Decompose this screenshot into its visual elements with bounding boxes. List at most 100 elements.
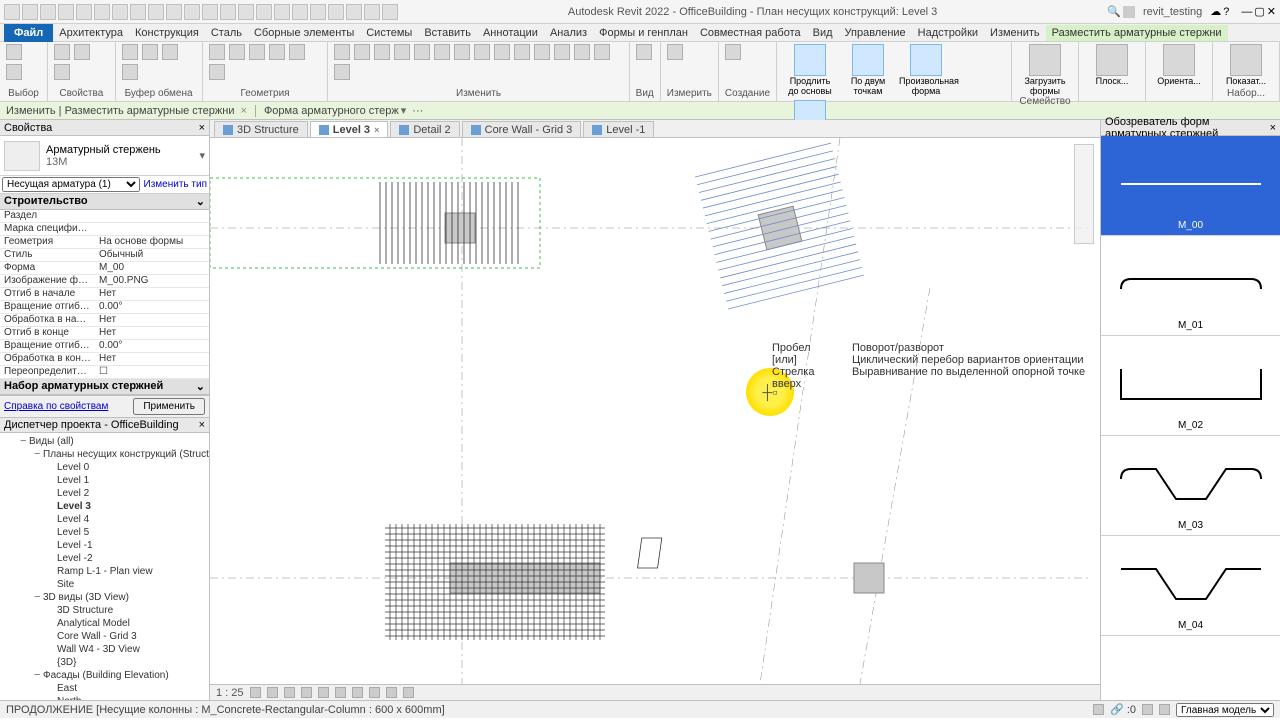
ribbon-button[interactable] [334, 64, 350, 80]
sync-icon[interactable] [1123, 6, 1135, 18]
rebar-shape-list[interactable]: M_00M_01M_02M_03M_04 [1101, 136, 1280, 700]
crop-icon[interactable] [318, 687, 329, 698]
select-links-icon[interactable] [1159, 704, 1170, 715]
filter-icon[interactable] [1142, 704, 1153, 715]
tree-node[interactable]: Level 0 [2, 461, 207, 474]
ribbon-tab[interactable]: Сборные элементы [248, 25, 360, 41]
qat-button[interactable] [346, 4, 362, 20]
qat-button[interactable] [292, 4, 308, 20]
property-row[interactable]: Отгиб в концеНет [0, 327, 209, 340]
ribbon-button[interactable] [554, 44, 570, 60]
ribbon-button[interactable] [334, 44, 350, 60]
close-icon[interactable]: × [199, 419, 205, 431]
notif-icon[interactable]: ☁ [1210, 5, 1221, 18]
ribbon-button[interactable] [54, 64, 70, 80]
tab-file[interactable]: Файл [4, 24, 53, 42]
window-controls[interactable]: 🔍 revit_testing ☁ ? — ▢ ✕ [1107, 5, 1276, 18]
view-tab[interactable]: 3D Structure [214, 121, 308, 137]
property-row[interactable]: Отгиб в началеНет [0, 288, 209, 301]
tree-node[interactable]: −3D виды (3D View) [2, 591, 207, 604]
tree-node[interactable]: Analytical Model [2, 617, 207, 630]
maximize-button[interactable]: ▢ [1254, 5, 1264, 18]
ribbon-tab[interactable]: Управление [839, 25, 912, 41]
property-row[interactable]: Переопределить длин...☐ [0, 366, 209, 379]
tree-node[interactable]: Level 5 [2, 526, 207, 539]
ribbon-tab[interactable]: Анализ [544, 25, 593, 41]
qat-button[interactable] [40, 4, 56, 20]
qat-button[interactable] [382, 4, 398, 20]
qat-button[interactable] [184, 4, 200, 20]
view-scale[interactable]: 1 : 25 [216, 687, 244, 699]
ribbon-button[interactable] [289, 44, 305, 60]
qat-button[interactable] [310, 4, 326, 20]
qat-button[interactable] [94, 4, 110, 20]
qat-button[interactable] [58, 4, 74, 20]
tree-node[interactable]: Level 3 [2, 500, 207, 513]
property-row[interactable]: Вращение отгиба в на...0.00° [0, 301, 209, 314]
ribbon-button[interactable] [142, 44, 158, 60]
qat-button[interactable] [166, 4, 182, 20]
tree-node[interactable]: Level 2 [2, 487, 207, 500]
view-tab[interactable]: Level 3× [310, 121, 389, 137]
ribbon-button[interactable] [434, 44, 450, 60]
rebar-shape-item[interactable]: M_03 [1101, 436, 1280, 536]
tree-node[interactable]: {3D} [2, 656, 207, 669]
tree-node[interactable]: Core Wall - Grid 3 [2, 630, 207, 643]
reveal-icon[interactable] [386, 687, 397, 698]
tree-node[interactable]: Level 4 [2, 513, 207, 526]
ribbon-tab[interactable]: Совместная работа [694, 25, 807, 41]
help-icon[interactable]: ? [1223, 6, 1229, 18]
close-icon[interactable]: × [199, 122, 205, 134]
ribbon-button[interactable] [725, 44, 741, 60]
qat-button[interactable] [4, 4, 20, 20]
property-row[interactable]: СтильОбычный [0, 249, 209, 262]
property-row[interactable]: Вращение отгиба на к...0.00° [0, 340, 209, 353]
ribbon-tab[interactable]: Вставить [418, 25, 477, 41]
edit-type-button[interactable]: Изменить тип [144, 179, 207, 190]
detail-level-icon[interactable] [250, 687, 261, 698]
ribbon-button[interactable] [394, 44, 410, 60]
ribbon-button[interactable] [229, 44, 245, 60]
ribbon-button[interactable] [454, 44, 470, 60]
qat-button[interactable] [364, 4, 380, 20]
ribbon-button[interactable] [474, 44, 490, 60]
ribbon-button[interactable] [534, 44, 550, 60]
tree-node[interactable]: Level 1 [2, 474, 207, 487]
tree-node[interactable]: Level -2 [2, 552, 207, 565]
ribbon-tab[interactable]: Вид [807, 25, 839, 41]
ribbon-tab[interactable]: Архитектура [53, 25, 129, 41]
tree-node[interactable]: North [2, 695, 207, 700]
ribbon-button[interactable] [414, 44, 430, 60]
ribbon-tab[interactable]: Формы и генплан [593, 25, 694, 41]
close-button[interactable]: ✕ [1267, 5, 1276, 18]
qat-button[interactable] [328, 4, 344, 20]
ribbon-big-button[interactable] [1029, 44, 1061, 76]
property-grid[interactable]: Строительство⌄РазделМарка спецификацииГе… [0, 194, 209, 395]
ribbon-button[interactable] [354, 44, 370, 60]
context-dropdown[interactable]: Форма арматурного стерж [264, 105, 399, 117]
tree-node[interactable]: Wall W4 - 3D View [2, 643, 207, 656]
ribbon-tab[interactable]: Системы [360, 25, 418, 41]
ribbon-tab[interactable]: Разместить арматурные стержни [1046, 25, 1228, 41]
property-row[interactable]: Изображение формыM_00.PNG [0, 275, 209, 288]
ribbon-tab[interactable]: Аннотации [477, 25, 544, 41]
tree-node[interactable]: −Планы несущих конструкций (Structural P… [2, 448, 207, 461]
ribbon-big-button[interactable] [1230, 44, 1262, 76]
view-tab[interactable]: Detail 2 [390, 121, 459, 137]
tree-node[interactable]: −Виды (all) [2, 435, 207, 448]
property-row[interactable]: ГеометрияНа основе формы [0, 236, 209, 249]
ribbon-button[interactable] [54, 44, 70, 60]
qat-button[interactable] [76, 4, 92, 20]
ribbon-button[interactable] [122, 64, 138, 80]
qat-button[interactable] [256, 4, 272, 20]
type-selector[interactable]: Арматурный стержень 13M ▾ [0, 136, 209, 176]
ribbon-big-button[interactable] [794, 44, 826, 76]
qat-button[interactable] [148, 4, 164, 20]
qat-button[interactable] [274, 4, 290, 20]
tree-node[interactable]: Site [2, 578, 207, 591]
property-section-header[interactable]: Строительство⌄ [0, 194, 209, 210]
ribbon-button[interactable] [494, 44, 510, 60]
lock-icon[interactable] [352, 687, 363, 698]
ribbon-big-button[interactable] [1096, 44, 1128, 76]
ribbon-tab[interactable]: Конструкция [129, 25, 205, 41]
